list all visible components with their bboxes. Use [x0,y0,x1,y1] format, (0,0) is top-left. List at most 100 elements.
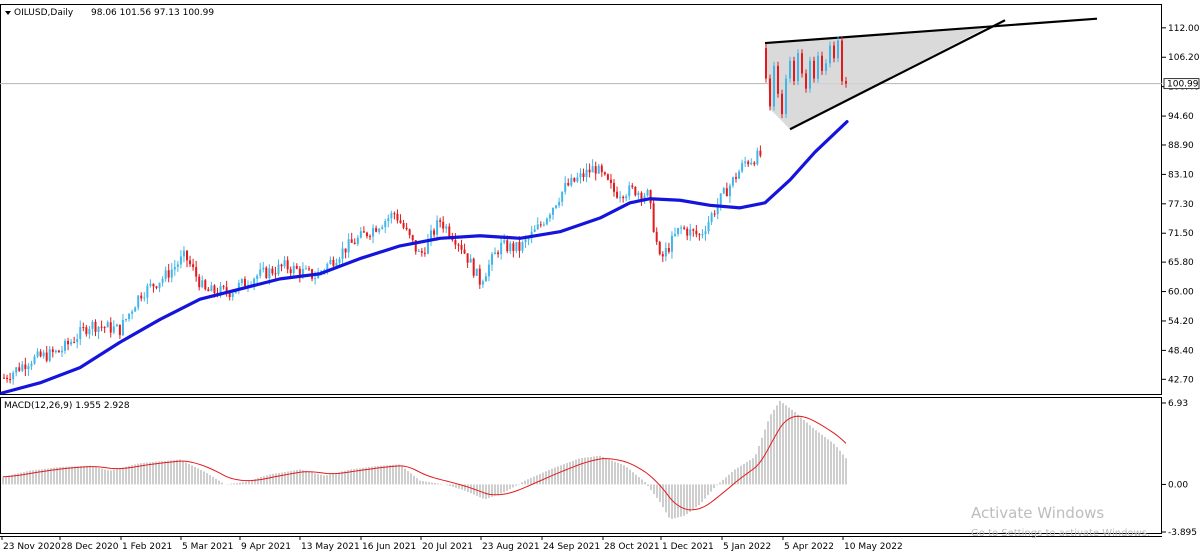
price-panel-frame [0,4,1162,395]
price-tick-label: 112.00 [1168,24,1200,34]
candle-body [442,221,445,229]
candle-body [628,185,631,197]
candle-body [773,65,775,107]
candle-body [579,173,582,178]
candle-body [271,268,274,274]
candle-body [769,78,771,107]
macd-tick-label: -3.895 [1168,528,1197,538]
candle-body [484,276,487,282]
candle-body [707,221,710,232]
candle-body [347,239,350,253]
macd-axis: 6.93 0.00 -3.895 [1162,399,1197,538]
candle-body [472,258,475,276]
candle-body [744,161,747,164]
candle-body [619,196,622,198]
candle-body [646,190,649,196]
candles [3,145,762,385]
candle-body [295,265,298,269]
candle-body [381,227,384,229]
candle-body [118,324,121,336]
candle-body [344,248,347,253]
time-tick-label: 23 Nov 2020 [3,542,61,552]
candle-body [82,327,85,329]
candle-body [813,60,815,79]
candle-body [670,235,673,252]
candle-body [167,270,170,278]
candle-body [88,328,91,335]
candle-body [277,264,280,274]
candle-body [97,326,100,332]
candle-body [625,196,628,199]
candle-body [54,350,57,353]
candle-body [494,252,497,255]
candle-body [655,231,658,242]
candle-body [735,177,737,179]
candle-body [121,319,124,336]
candle-body [833,45,835,59]
candle-body [152,283,155,287]
candle-body [460,244,463,250]
candle-body [308,268,310,270]
candle-body [134,307,137,312]
candle-body [487,264,490,277]
candle-body [378,228,381,232]
candle-body [667,248,670,252]
candle-body [797,53,799,82]
candle-body [259,269,262,276]
candle-body [677,228,680,235]
candle-body [741,163,744,172]
candle-body [765,48,767,79]
candle-body [170,269,173,278]
candle-body [809,60,811,89]
candle-body [448,226,451,237]
candle-body [6,377,9,380]
candle-body [420,251,423,253]
candle-body [158,282,161,288]
candle-body [558,201,561,206]
candle-body [821,55,823,71]
candle-body [692,229,695,231]
candle-body [57,350,60,353]
candle-body [521,242,524,251]
candle-body [335,262,338,266]
candle-body [189,260,192,265]
candle-body [274,273,277,275]
candle-body [457,244,460,246]
candle-body [466,253,469,263]
candle-body [179,256,182,265]
ohlc-values: 98.06 101.56 97.13 100.99 [91,8,214,18]
candle-body [292,265,295,274]
price-axis: 112.00106.20100.4094.6088.9083.1077.3071… [1162,24,1200,385]
macd-signal-line [2,415,847,511]
candle-body [375,228,378,232]
candle-body [289,269,292,274]
candle-body [268,268,271,278]
price-tick-label: 88.90 [1168,141,1194,151]
candle-body [539,224,542,226]
macd-tick-label: 6.93 [1168,399,1188,409]
candle-body [112,326,115,333]
candle-body [51,349,54,353]
macd-histogram [2,400,847,519]
candle-body [109,322,112,333]
chart-canvas: 112.00106.20100.4094.6088.9083.1077.3071… [0,4,1200,552]
watermark-subtitle: Go to Settings to activate Windows. [971,528,1150,539]
candle-body [825,63,827,71]
candle-body [789,60,791,79]
candle-body [356,237,359,245]
candle-body [45,352,48,361]
candle-body [207,289,210,292]
candle-body [36,351,39,357]
dropdown-icon[interactable] [5,11,11,15]
candle-body [588,169,591,173]
candle-body [362,231,365,233]
candle-body [631,185,634,187]
candle-body [341,248,344,259]
price-tick-label: 71.50 [1168,229,1194,239]
candle-body [286,260,289,270]
candle-body [683,227,686,229]
time-tick-label: 24 Sep 2021 [543,542,600,552]
price-tick-label: 48.40 [1168,346,1194,356]
candle-body [384,221,387,228]
time-tick-label: 23 Aug 2021 [482,542,540,552]
